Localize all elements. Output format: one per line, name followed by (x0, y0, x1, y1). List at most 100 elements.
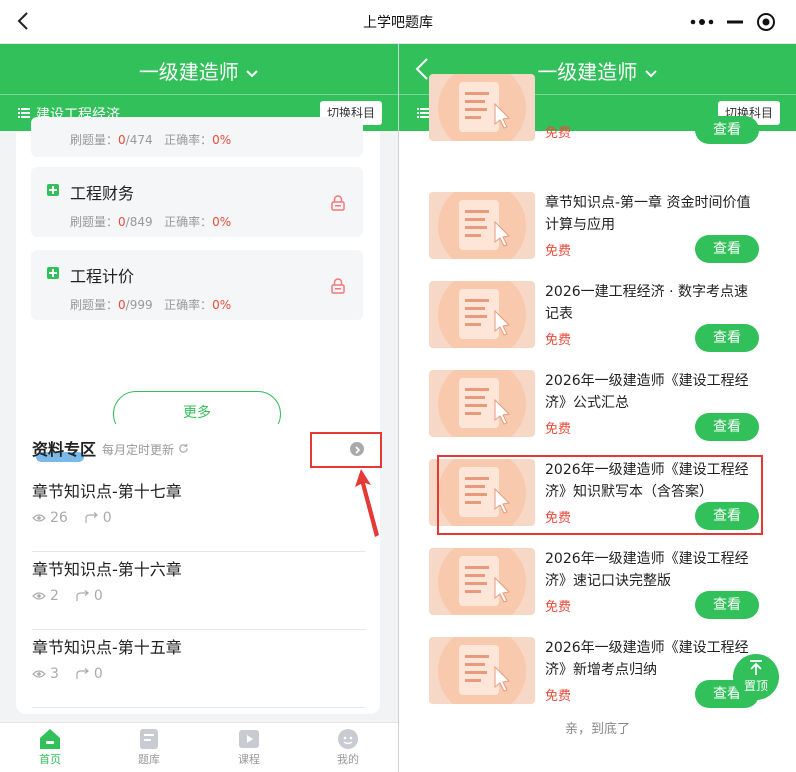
share-icon (76, 590, 89, 601)
more-dots-icon[interactable] (690, 18, 714, 26)
materials-card: 资料专区 每月定时更新 章节知识点-第十七章 26 0 章节知识点-第十六章 2… (16, 424, 382, 714)
question-bank-icon (140, 729, 158, 749)
end-of-list-text: 亲，到底了 (564, 722, 630, 737)
back-to-top-button[interactable]: 置顶 (733, 654, 779, 700)
chapter-title: 章节知识点-第十六章 (32, 560, 182, 579)
tab-home[interactable]: 首页 (20, 727, 80, 767)
resource-item[interactable]: 免费 查看 (429, 74, 761, 202)
practice-item-name: 工程财务 (70, 184, 135, 203)
arrow-up-icon (750, 660, 762, 675)
view-button[interactable]: 查看 (695, 591, 759, 619)
chapter-stats: 26 0 (32, 510, 366, 526)
document-icon (438, 192, 526, 259)
view-button[interactable]: 查看 (695, 116, 759, 144)
lock-icon (331, 278, 345, 294)
chapter-title: 章节知识点-第十七章 (32, 482, 182, 501)
chapter-stats: 2 0 (32, 588, 366, 604)
resource-item[interactable]: 2026年一级建造师《建设工程经济》新增考点归纳 免费 查看 (429, 637, 761, 725)
right-pane: 一级建造师 建设工程经济 切换科目 免费查看章节知识点-第一章 资金时间价值计算… (399, 44, 796, 772)
resource-title: 2026年一级建造师《建设工程经济》公式汇总 (545, 373, 749, 411)
resource-title: 2026年一级建造师《建设工程经济》速记口诀完整版 (545, 551, 749, 589)
list-icon (18, 108, 30, 118)
list-icon (417, 108, 429, 118)
left-pane: 一级建造师 建设工程经济 切换科目 刷题量：0/474 正确率：0% 工程财务 … (0, 44, 398, 772)
resource-title: 2026年一级建造师《建设工程经济》新增考点归纳 (545, 640, 749, 678)
chapter-stats: 3 0 (32, 666, 366, 682)
practice-stats: 刷题量：0/474 正确率：0% (70, 133, 232, 147)
annotation-arrow (355, 469, 379, 537)
free-tag: 免费 (545, 689, 572, 704)
practice-stats: 刷题量：0/849 正确率：0% (70, 215, 232, 229)
document-thumbnail (429, 192, 535, 259)
refresh-icon (179, 443, 188, 453)
profile-icon (338, 729, 358, 749)
divider (32, 707, 366, 708)
resource-title: 章节知识点-第一章 资金时间价值计算与应用 (545, 195, 751, 233)
tab-label: 题库 (138, 753, 160, 766)
resource-item[interactable]: 2026一建工程经济 · 数字考点速记表免费 查看 (429, 281, 761, 369)
tab-courses[interactable]: 课程 (219, 727, 279, 767)
expand-plus-icon[interactable] (47, 267, 59, 279)
tab-profile[interactable]: 我的 (318, 727, 378, 767)
exam-selector[interactable]: 一级建造师 (0, 56, 398, 85)
materials-title: 资料专区 (32, 440, 97, 459)
resource-title: 2026一建工程经济 · 数字考点速记表 (545, 284, 748, 322)
chapter-item[interactable]: 章节知识点-第十七章 26 0 (32, 478, 366, 552)
divider (32, 629, 366, 630)
free-tag: 免费 (545, 600, 572, 615)
eye-icon (32, 514, 46, 522)
highlight-box (310, 432, 382, 468)
chevron-down-icon (644, 70, 657, 78)
resource-item[interactable]: 2026年一级建造师《建设工程经济》公式汇总免费 查看 (429, 370, 761, 458)
tab-label: 首页 (39, 753, 61, 766)
resource-item[interactable]: 2026年一级建造师《建设工程经济》速记口诀完整版免费 查看 (429, 548, 761, 636)
free-tag: 免费 (545, 244, 572, 259)
tab-label: 我的 (337, 753, 359, 766)
free-tag: 免费 (545, 333, 572, 348)
document-thumbnail (429, 637, 535, 704)
app-title: 上学吧题库 (363, 15, 433, 31)
document-icon (438, 637, 526, 704)
expand-plus-icon[interactable] (47, 184, 59, 196)
lock-icon (331, 195, 345, 211)
chapter-item[interactable]: 章节知识点-第十六章 2 0 (32, 556, 366, 630)
chapter-item[interactable]: 章节知识点-第十五章 3 0 (32, 634, 366, 708)
document-icon (438, 370, 526, 437)
view-button[interactable]: 查看 (695, 413, 759, 441)
free-tag: 免费 (545, 126, 572, 141)
view-button[interactable]: 查看 (695, 235, 759, 263)
bottom-tab-bar: 首页 题库 课程 我的 (0, 722, 398, 772)
document-thumbnail (429, 74, 535, 141)
tab-question-bank[interactable]: 题库 (119, 727, 179, 767)
divider (32, 551, 366, 552)
document-thumbnail (429, 370, 535, 437)
practice-item[interactable]: 工程计价 刷题量：0/999 正确率：0% (31, 250, 363, 320)
video-course-icon (239, 730, 259, 748)
resource-item[interactable]: 章节知识点-第一章 资金时间价值计算与应用免费 查看 (429, 192, 761, 280)
back-to-top-label: 置顶 (743, 679, 768, 693)
document-thumbnail (429, 281, 535, 348)
chapter-title: 章节知识点-第十五章 (32, 638, 182, 657)
document-icon (438, 281, 526, 348)
document-icon (438, 548, 526, 615)
highlight-box (437, 455, 763, 535)
view-button[interactable]: 查看 (695, 324, 759, 352)
eye-icon (32, 592, 46, 600)
exam-name: 一级建造师 (138, 60, 239, 84)
minimize-icon[interactable] (726, 20, 743, 24)
document-icon (438, 74, 526, 141)
mini-program-titlebar: 上学吧题库 (0, 0, 796, 44)
practice-item[interactable]: 工程财务 刷题量：0/849 正确率：0% (31, 167, 363, 237)
practice-item-name: 工程计价 (70, 267, 135, 286)
practice-item[interactable]: 刷题量：0/474 正确率：0% (31, 117, 363, 157)
document-thumbnail (429, 548, 535, 615)
exam-name: 一级建造师 (537, 60, 638, 84)
update-note: 每月定时更新 (102, 441, 189, 458)
share-icon (85, 512, 98, 523)
practice-stats: 刷题量：0/999 正确率：0% (70, 298, 232, 312)
close-target-icon[interactable] (756, 12, 776, 32)
chevron-down-icon (246, 70, 258, 78)
capsule-menu (684, 8, 782, 36)
home-icon (40, 729, 60, 749)
free-tag: 免费 (545, 422, 572, 437)
